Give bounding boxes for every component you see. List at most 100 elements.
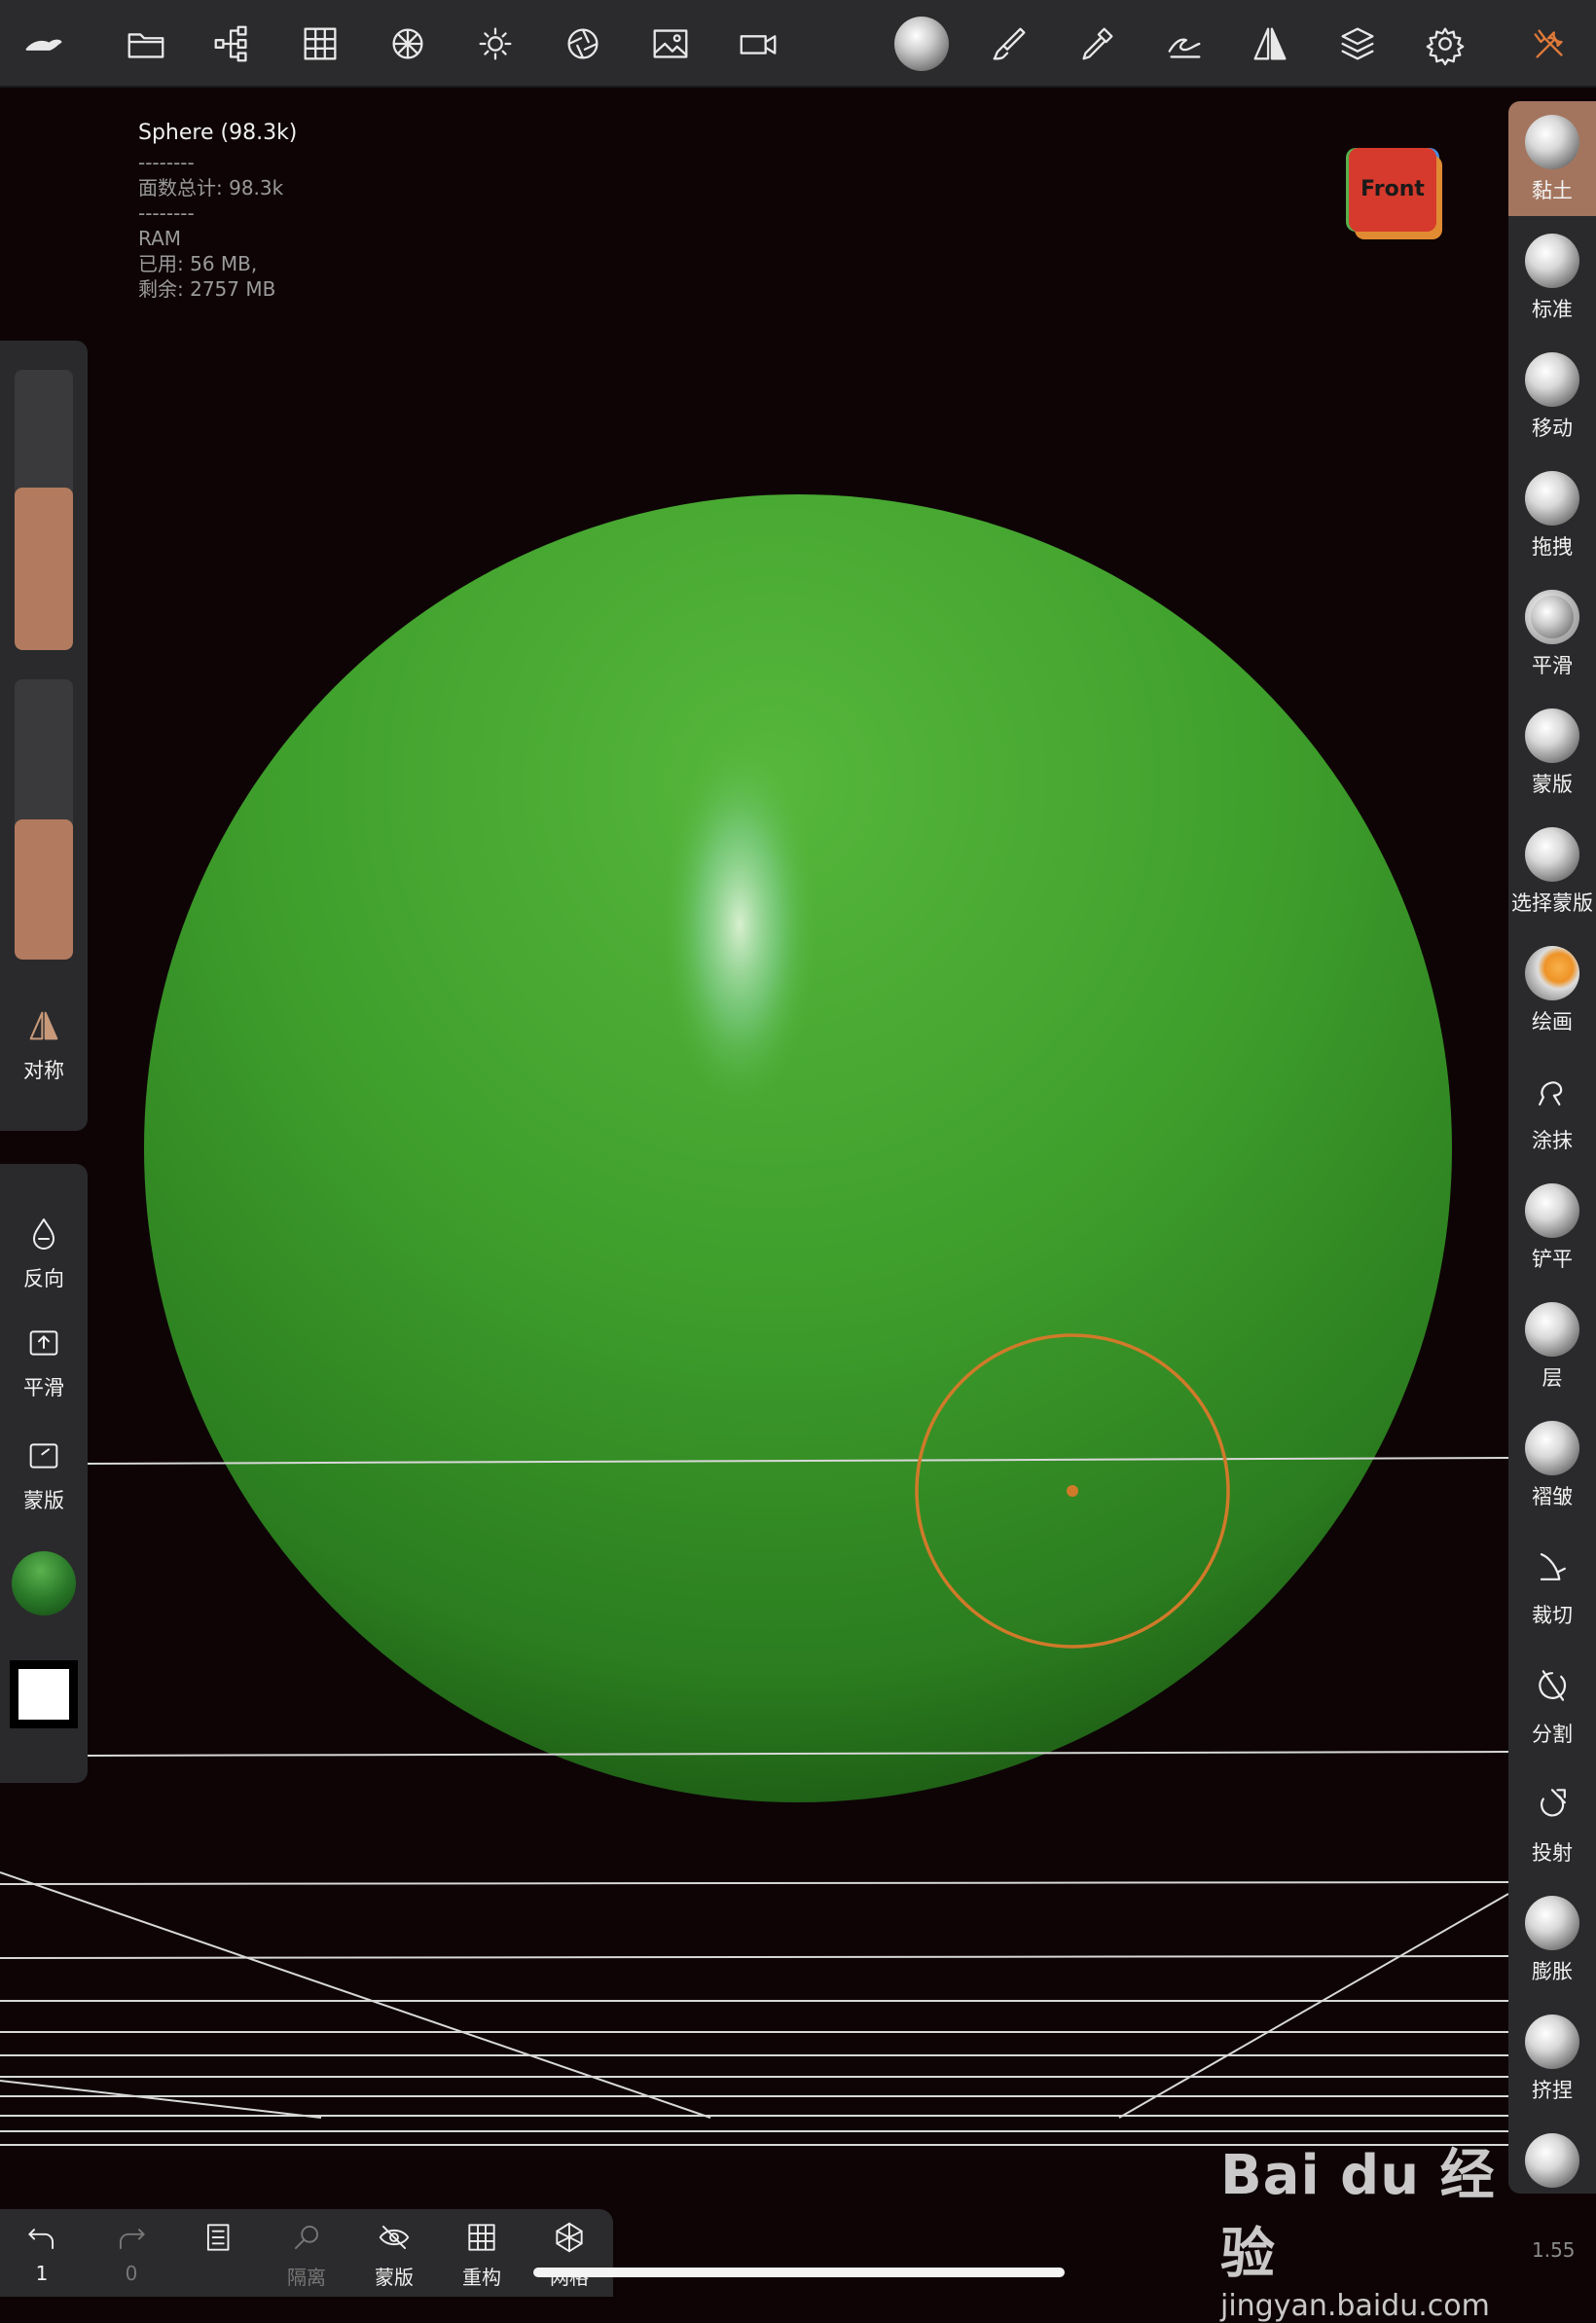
tool-pinch[interactable]: 挤捏	[1508, 2001, 1596, 2116]
folder-icon[interactable]	[118, 16, 174, 72]
tool-mask[interactable]: 蒙版	[1508, 695, 1596, 810]
ram-label: RAM	[138, 227, 182, 250]
paint-icon	[1525, 946, 1579, 1000]
video-icon[interactable]	[730, 16, 786, 72]
radius-slider-fill	[15, 487, 73, 650]
view-cube[interactable]: Front	[1345, 144, 1446, 251]
hide-mask-button[interactable]: 蒙版	[360, 2219, 428, 2290]
mask-icon	[1525, 708, 1579, 763]
undo-icon	[28, 2229, 54, 2250]
layer-icon	[1525, 1302, 1579, 1357]
tool-clay[interactable]: 黏土	[1508, 101, 1596, 216]
mask-toggle-button[interactable]: 蒙版	[0, 1436, 88, 1514]
trim-icon	[1525, 1540, 1579, 1594]
tool-select-mask[interactable]: 选择蒙版	[1508, 814, 1596, 928]
light-icon[interactable]	[467, 16, 524, 72]
invert-button[interactable]: 反向	[0, 1215, 88, 1292]
scene-tree-icon[interactable]	[204, 16, 261, 72]
tool-standard[interactable]: 标准	[1508, 220, 1596, 335]
symmetry-icon	[29, 1011, 58, 1040]
tool-smooth[interactable]: 平滑	[1508, 576, 1596, 691]
scene-canvas[interactable]	[0, 88, 1508, 2209]
select-mask-icon	[1525, 827, 1579, 882]
face-count: 面数总计: 98.3k	[138, 176, 284, 200]
sphere-highlight	[662, 740, 817, 1109]
voxel-button[interactable]: 网格	[535, 2219, 603, 2290]
flatten-icon	[1525, 1183, 1579, 1238]
tool-trim[interactable]: 裁切	[1508, 1526, 1596, 1641]
redo-button[interactable]: 0	[97, 2219, 165, 2285]
aperture-icon[interactable]	[555, 16, 611, 72]
bottom-toolbar: 1 0 隔离 蒙版 重构 网格	[0, 2209, 613, 2297]
redo-icon	[119, 2229, 145, 2250]
tool-layer[interactable]: 层	[1508, 1289, 1596, 1403]
stats-separator: --------	[138, 201, 195, 225]
tool-more[interactable]	[1508, 2120, 1596, 2194]
tool-flatten[interactable]: 铲平	[1508, 1170, 1596, 1285]
tool-move[interactable]: 移动	[1508, 339, 1596, 454]
remesh-button[interactable]: 重构	[448, 2219, 516, 2290]
material-preview[interactable]	[12, 1551, 76, 1615]
standard-icon	[1525, 234, 1579, 288]
history-button[interactable]	[185, 2219, 253, 2260]
ram-free: 剩余: 2757 MB	[138, 277, 276, 301]
view-cube-front-face[interactable]: Front	[1349, 148, 1436, 232]
sphere-mesh	[144, 494, 1452, 1802]
smooth-icon	[1525, 590, 1579, 644]
move-icon	[1525, 352, 1579, 407]
stroke-icon[interactable]	[1156, 16, 1213, 72]
pipette-icon[interactable]	[1069, 16, 1125, 72]
book-icon	[206, 2224, 230, 2251]
watermark-url: jingyan.baidu.com	[1220, 2289, 1490, 2323]
top-toolbar	[0, 0, 1596, 88]
image-icon[interactable]	[642, 16, 699, 72]
tools-icon[interactable]	[1522, 16, 1578, 72]
search-icon	[294, 2225, 319, 2250]
tool-split[interactable]: 分割	[1508, 1645, 1596, 1760]
eye-off-icon	[379, 2225, 410, 2250]
grid-icon[interactable]	[292, 16, 348, 72]
stats-separator: --------	[138, 151, 195, 174]
undo-button[interactable]: 1	[8, 2219, 76, 2285]
tool-drag[interactable]: 拖拽	[1508, 457, 1596, 572]
watermark-logo-text: Bai du 经验	[1220, 2144, 1496, 2286]
project-icon	[1525, 1777, 1579, 1832]
settings-icon[interactable]	[1417, 16, 1473, 72]
intensity-slider-fill	[15, 819, 73, 960]
smooth-icon	[29, 1330, 58, 1356]
tool-inflate[interactable]: 膨胀	[1508, 1882, 1596, 1997]
tool-crease[interactable]: 褶皱	[1508, 1407, 1596, 1522]
app-logo-icon[interactable]	[16, 16, 72, 72]
brush-center	[1067, 1485, 1078, 1497]
tool-smudge[interactable]: 涂抹	[1508, 1051, 1596, 1166]
clay-icon	[1525, 115, 1579, 169]
color-swatch-white	[18, 1669, 69, 1720]
brush-settings-panel: 对称	[0, 341, 88, 1131]
watermark-logo: Bai du 经验 jingyan.baidu.com	[1220, 2131, 1512, 2323]
matcap-icon[interactable]	[893, 16, 950, 72]
layers-icon[interactable]	[1329, 16, 1386, 72]
inflate-icon	[1525, 1896, 1579, 1950]
mask-icon	[29, 1443, 58, 1469]
isolate-button[interactable]: 隔离	[272, 2219, 341, 2290]
symmetry-icon[interactable]	[1242, 16, 1298, 72]
scene-stats: Sphere (98.3k) -------- 面数总计: 98.3k ----…	[138, 121, 297, 302]
intensity-slider[interactable]	[15, 679, 73, 960]
grid-icon	[468, 2224, 495, 2251]
3d-viewport[interactable]	[0, 88, 1508, 2209]
radius-slider[interactable]	[15, 370, 73, 650]
mesh-icon[interactable]	[380, 16, 436, 72]
drop-icon	[33, 1218, 54, 1250]
tool-paint[interactable]: 绘画	[1508, 932, 1596, 1047]
color-swatch[interactable]	[10, 1660, 78, 1728]
brush-icon[interactable]	[981, 16, 1037, 72]
version-label: 1.55	[1532, 2238, 1576, 2262]
symmetry-button[interactable]: 对称	[0, 1006, 88, 1084]
home-indicator[interactable]	[533, 2268, 1065, 2277]
ram-used: 已用: 56 MB,	[138, 252, 258, 275]
smudge-icon	[1525, 1065, 1579, 1119]
smooth-toggle-button[interactable]: 平滑	[0, 1324, 88, 1401]
voxel-icon	[556, 2222, 583, 2253]
tool-project[interactable]: 投射	[1508, 1763, 1596, 1878]
pinch-icon	[1525, 2014, 1579, 2069]
